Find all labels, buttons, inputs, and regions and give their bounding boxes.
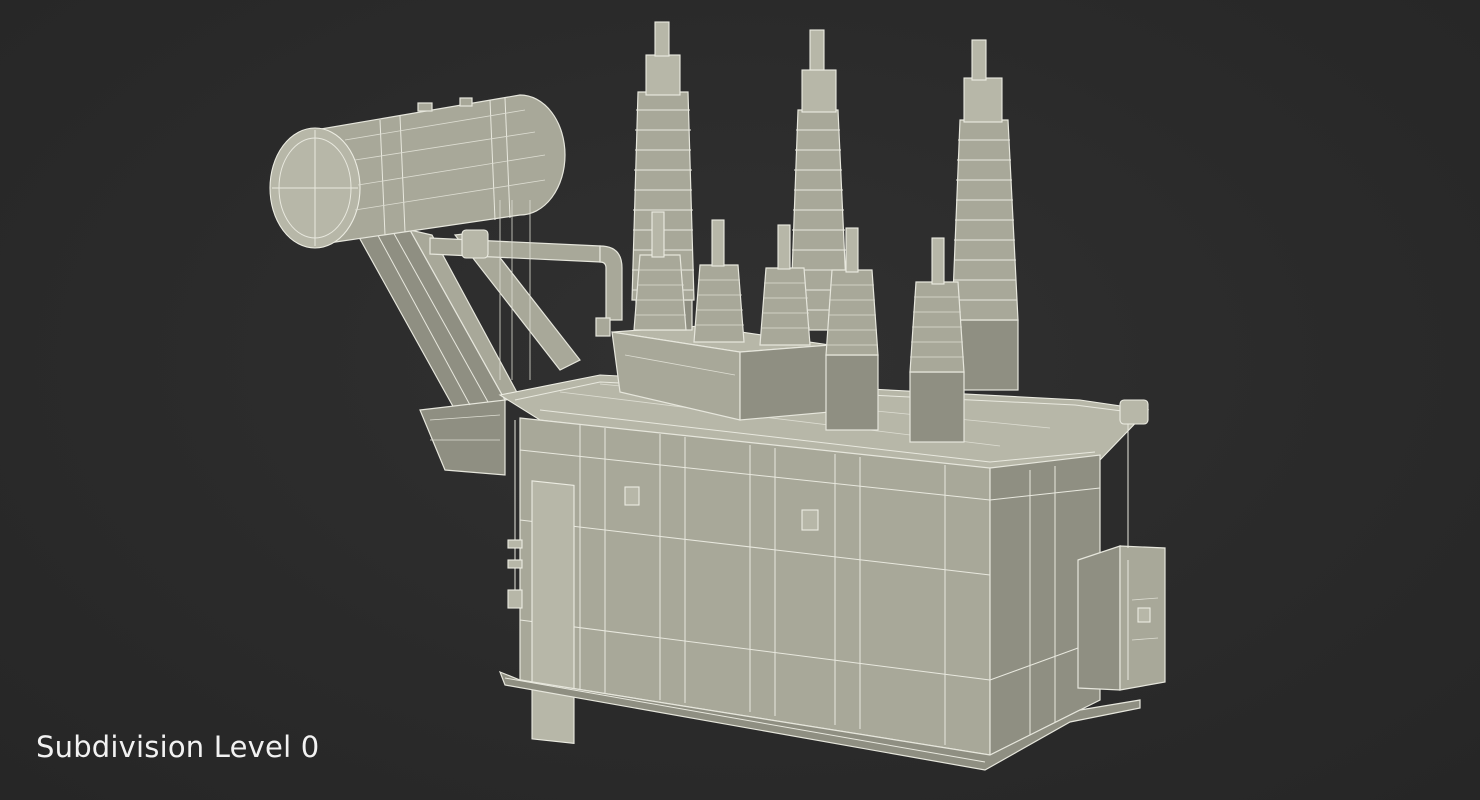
3d-viewport[interactable]: Subdivision Level 0	[0, 0, 1480, 800]
subdivision-level-label: Subdivision Level 0	[36, 730, 320, 764]
lv-bushing-2	[693, 219, 745, 343]
conservator-tank	[269, 94, 566, 249]
main-tank	[498, 417, 1141, 771]
transformer-model	[269, 21, 1166, 771]
tank-fins	[531, 480, 575, 744]
